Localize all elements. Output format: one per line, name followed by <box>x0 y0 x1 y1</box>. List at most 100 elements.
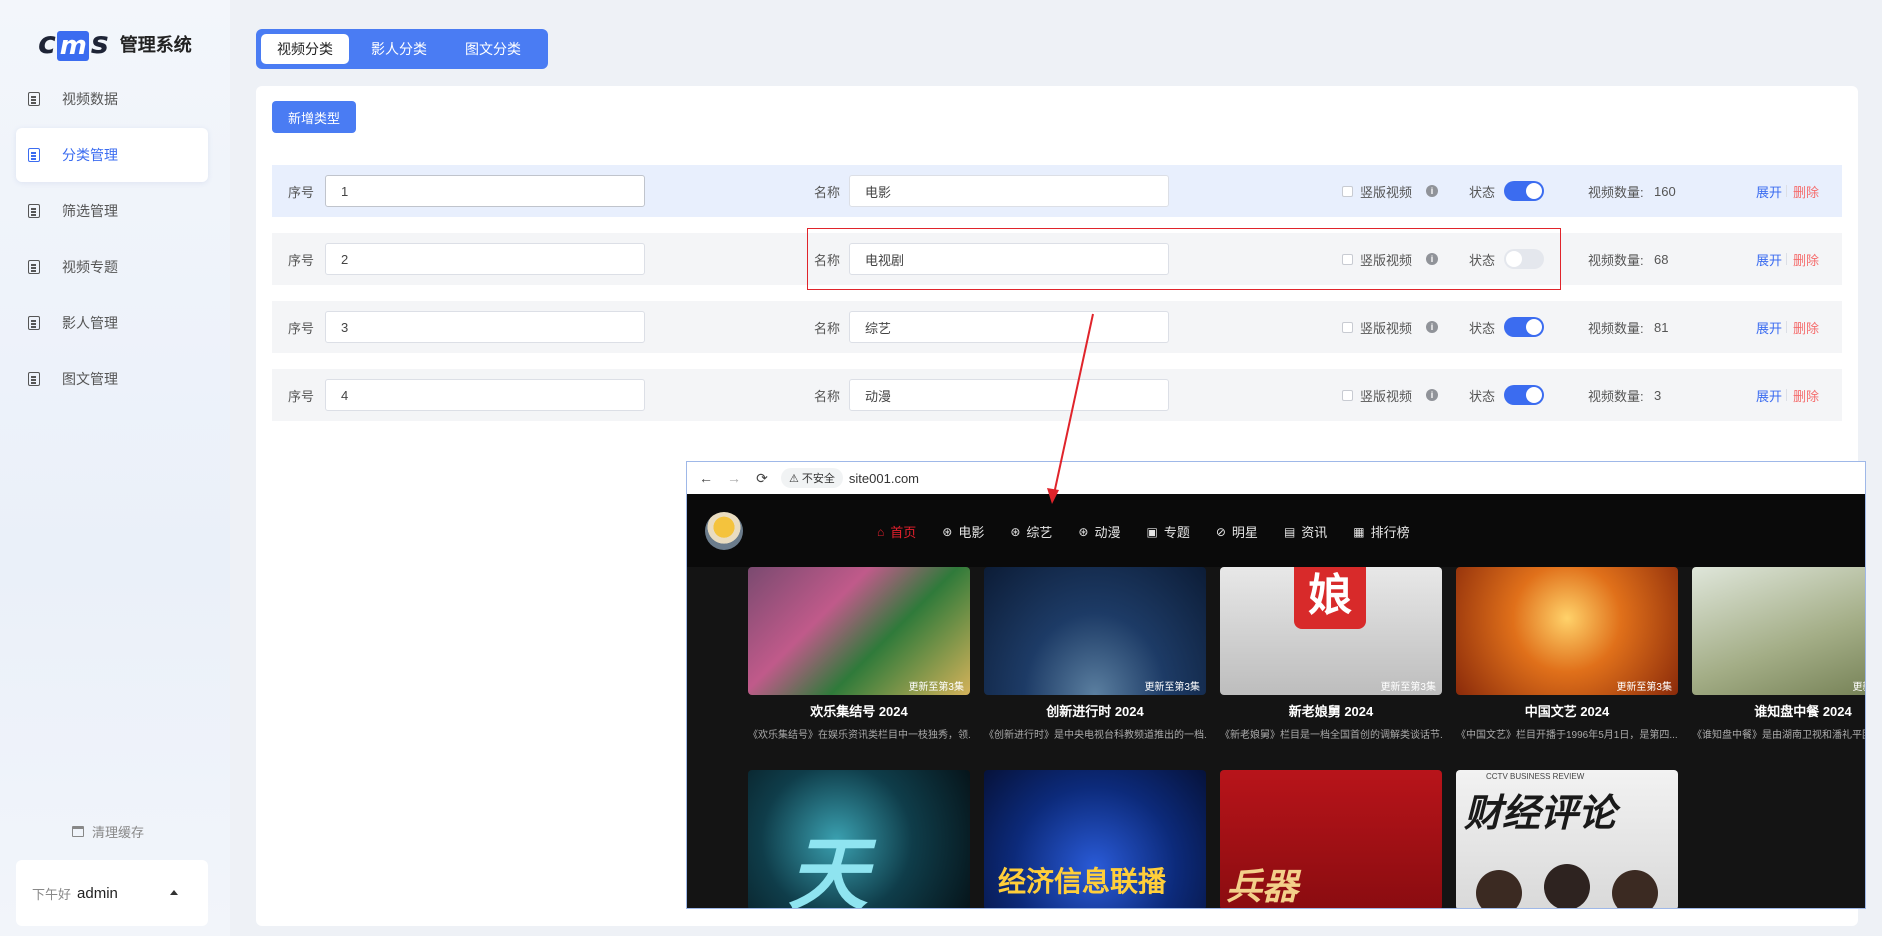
delete-link[interactable]: 删除 <box>1793 250 1819 269</box>
update-badge: 更新至第3集 <box>908 682 964 693</box>
add-type-button[interactable]: 新增类型 <box>272 101 357 133</box>
vertical-video-label: 竖版视频 <box>1360 320 1413 336</box>
annotation-highlight-box <box>807 228 1561 290</box>
video-card[interactable]: 更新至第3集 中国文艺 2024 《中国文艺》栏目开播于1996年5月1日，是第… <box>1456 567 1678 741</box>
site-nav-label: 排行榜 <box>1370 525 1410 540</box>
video-count-value: 160 <box>1654 183 1676 199</box>
status-label: 状态 <box>1469 388 1496 404</box>
name-input[interactable]: 动漫 <box>849 379 1169 411</box>
clear-cache-button[interactable]: 清理缓存 <box>72 822 144 841</box>
delete-link[interactable]: 删除 <box>1793 182 1819 201</box>
site-nav-anime[interactable]: ⊛ 动漫 <box>1078 522 1120 541</box>
video-thumbnail[interactable]: 经济信息联播 <box>984 770 1206 908</box>
expand-link[interactable]: 展开 <box>1756 182 1782 201</box>
divider <box>1786 389 1787 401</box>
sidebar-item-filter-management[interactable]: 筛选管理 <box>16 184 208 238</box>
sidebar-item-label: 图文管理 <box>62 371 118 387</box>
video-card[interactable]: 更新至第3集 欢乐集结号 2024 《欢乐集结号》在娱乐资讯类栏目中一枝独秀，领… <box>748 567 970 741</box>
site-nav-news[interactable]: ▤ 资讯 <box>1284 522 1327 541</box>
site-content: 更新至第3集 欢乐集结号 2024 《欢乐集结号》在娱乐资讯类栏目中一枝独秀，领… <box>687 567 1866 908</box>
order-input[interactable]: 1 <box>325 175 645 207</box>
embedded-browser-preview: ← → ⟳ ⚠ 不安全 site001.com ⌂ 首页 ⊛ 电影 ⊛ 综艺 ⊛ 动漫 … <box>686 461 1866 909</box>
reload-icon[interactable]: ⟳ <box>753 470 771 487</box>
sidebar-item-video-topics[interactable]: 视频专题 <box>16 240 208 294</box>
back-arrow-icon[interactable]: ← <box>697 470 715 486</box>
order-input[interactable]: 2 <box>325 243 645 275</box>
video-card[interactable]: 娘 更新至第3集 新老娘舅 2024 《新老娘舅》栏目是一档全国首创的调解类谈话… <box>1220 567 1442 741</box>
video-title: 中国文艺 2024 <box>1524 704 1610 719</box>
order-label: 序号 <box>288 320 315 336</box>
status-toggle[interactable] <box>1504 317 1544 337</box>
sidebar-item-article-management[interactable]: 图文管理 <box>16 352 208 406</box>
video-thumbnail[interactable]: 兵器 <box>1220 770 1442 908</box>
video-thumbnail[interactable]: 天 <box>748 770 970 908</box>
delete-link[interactable]: 删除 <box>1793 386 1819 405</box>
video-count-value: 3 <box>1654 387 1662 403</box>
site-navbar: ⌂ 首页 ⊛ 电影 ⊛ 综艺 ⊛ 动漫 ▣ 专题 ⊘ 明星 ▤ 资讯 ▦ 排行榜 <box>687 494 1865 567</box>
tab-video-category[interactable]: 视频分类 <box>261 34 349 64</box>
divider <box>1786 321 1787 333</box>
not-secure-badge[interactable]: ⚠ 不安全 <box>781 468 843 488</box>
name-input[interactable]: 电影 <box>849 175 1169 207</box>
site-avatar[interactable] <box>705 512 743 550</box>
sidebar-item-people-management[interactable]: 影人管理 <box>16 296 208 350</box>
video-count-value: 81 <box>1654 319 1669 335</box>
order-input[interactable]: 3 <box>325 311 645 343</box>
site-nav-topics[interactable]: ▣ 专题 <box>1147 522 1190 541</box>
expand-link[interactable]: 展开 <box>1756 250 1782 269</box>
video-desc: 《欢乐集结号》在娱乐资讯类栏目中一枝独秀，领... <box>748 730 970 741</box>
video-card[interactable]: 更新至第3集 创新进行时 2024 《创新进行时》是中央电视台科教频道推出的一档… <box>984 567 1206 741</box>
name-input[interactable]: 综艺 <box>849 311 1169 343</box>
sidebar-item-category-management[interactable]: 分类管理 <box>16 128 208 182</box>
sidebar-item-label: 筛选管理 <box>62 203 118 219</box>
video-desc: 《谁知盘中餐》是由湖南卫视和潘礼平团... <box>1692 730 1866 741</box>
site-menu: ⌂ 首页 ⊛ 电影 ⊛ 综艺 ⊛ 动漫 ▣ 专题 ⊘ 明星 ▤ 资讯 ▦ 排行榜 <box>877 522 1436 541</box>
site-nav-ranking[interactable]: ▦ 排行榜 <box>1353 522 1409 541</box>
status-toggle[interactable] <box>1504 181 1544 201</box>
status-toggle[interactable] <box>1504 385 1544 405</box>
delete-link[interactable]: 删除 <box>1793 318 1819 337</box>
video-count-label: 视频数量: <box>1588 184 1644 200</box>
info-icon[interactable]: i <box>1426 321 1438 333</box>
info-icon[interactable]: i <box>1426 185 1438 197</box>
topic-icon: ▣ <box>1146 524 1158 539</box>
document-icon <box>28 148 40 162</box>
thumbnail-logo-text: 兵器 <box>1226 866 1299 907</box>
site-nav-movies[interactable]: ⊛ 电影 <box>942 522 984 541</box>
news-icon: ▤ <box>1283 524 1296 539</box>
caret-up-icon[interactable] <box>170 890 178 895</box>
vertical-video-checkbox[interactable] <box>1342 389 1353 401</box>
name-label: 名称 <box>814 320 841 336</box>
expand-link[interactable]: 展开 <box>1756 386 1782 405</box>
forward-arrow-icon[interactable]: → <box>725 470 743 486</box>
app-logo[interactable]: c m s 管理系统 <box>38 26 192 61</box>
video-thumbnail: 更新至第3集 <box>1456 567 1678 695</box>
sidebar-item-label: 影人管理 <box>62 315 118 331</box>
sidebar-item-video-data[interactable]: 视频数据 <box>16 72 208 126</box>
browser-url[interactable]: site001.com <box>849 471 919 486</box>
info-icon[interactable]: i <box>1426 389 1438 401</box>
logo-letter-s: s <box>90 26 109 61</box>
vertical-video-checkbox[interactable] <box>1342 185 1353 197</box>
user-menu[interactable]: 下午好 admin <box>16 860 208 926</box>
video-count-label: 视频数量: <box>1588 388 1644 404</box>
update-badge: 更新至第3集 <box>1616 682 1672 693</box>
tab-people-category[interactable]: 影人分类 <box>355 34 443 64</box>
category-row: 序号 4 名称 动漫 竖版视频 i 状态 视频数量: 3 展开 删除 <box>272 369 1842 421</box>
tab-article-category[interactable]: 图文分类 <box>449 34 537 64</box>
video-title: 欢乐集结号 2024 <box>810 704 908 719</box>
order-label: 序号 <box>288 184 315 200</box>
document-icon <box>28 204 40 218</box>
vertical-video-label: 竖版视频 <box>1360 184 1413 200</box>
order-input[interactable]: 4 <box>325 379 645 411</box>
video-thumbnail[interactable]: CCTV BUSINESS REVIEW 财经评论 <box>1456 770 1678 908</box>
expand-link[interactable]: 展开 <box>1756 318 1782 337</box>
video-thumbnail: 更新至第3集 <box>748 567 970 695</box>
vertical-video-checkbox[interactable] <box>1342 321 1353 333</box>
site-nav-home[interactable]: ⌂ 首页 <box>877 522 916 541</box>
thumbnail-subtitle-text: CCTV BUSINESS REVIEW <box>1486 772 1585 781</box>
site-nav-variety[interactable]: ⊛ 综艺 <box>1010 522 1052 541</box>
video-card[interactable]: 更新至第3集 谁知盘中餐 2024 《谁知盘中餐》是由湖南卫视和潘礼平团... <box>1692 567 1866 741</box>
site-nav-stars[interactable]: ⊘ 明星 <box>1216 522 1258 541</box>
divider <box>1786 253 1787 265</box>
